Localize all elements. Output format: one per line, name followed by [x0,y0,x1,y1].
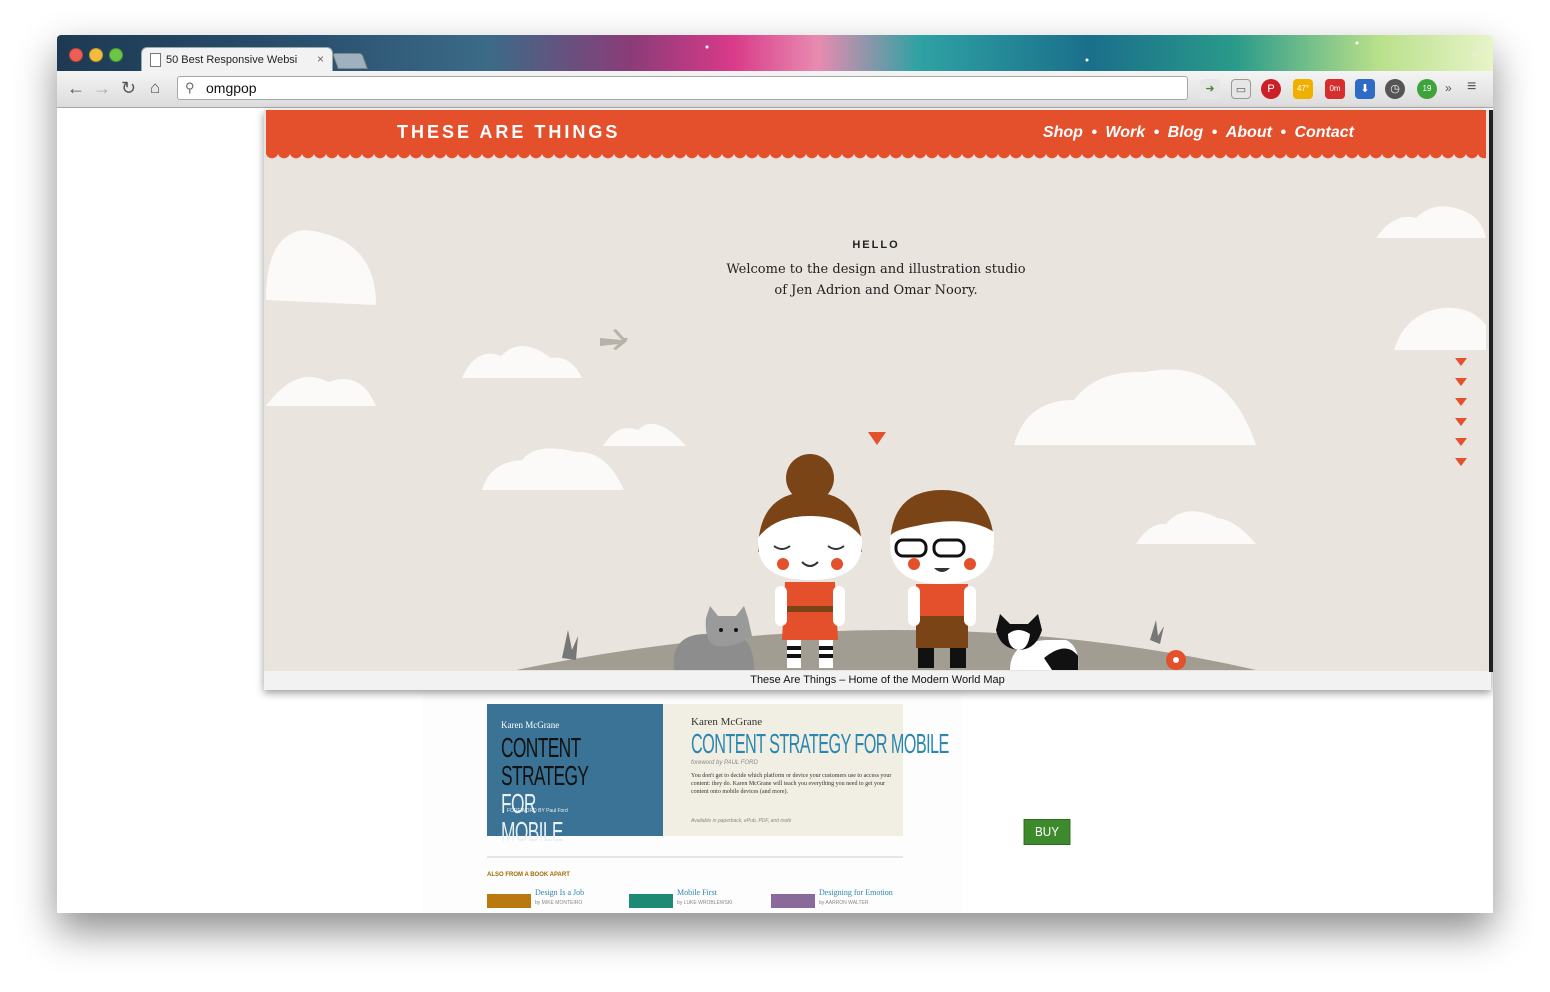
scrollbar[interactable] [1489,110,1493,672]
site-preview[interactable]: THESE ARE THINGS Shop • Work • Blog • Ab… [264,110,1491,690]
site-logo[interactable]: THESE ARE THINGS [397,122,620,143]
share-extension-icon[interactable]: ➜ [1200,79,1220,99]
info-foreword: foreword by PAUL FORD [691,760,758,766]
hello-heading: HELLO [852,239,900,251]
nav-contact[interactable]: Contact [1294,124,1354,141]
info-availability: Available in paperback, ePub, PDF, and m… [691,818,792,824]
also-book-title[interactable]: Mobile First [677,888,717,897]
airplane-icon [600,329,628,350]
browser-tab[interactable]: 50 Best Responsive Websi × [141,47,333,72]
also-heading: ALSO FROM A BOOK APART [487,872,570,878]
new-tab-button[interactable] [332,53,368,69]
document-icon [150,53,161,67]
window-extension-icon[interactable]: ▭ [1231,79,1251,99]
notification-badge: 19 [1422,84,1432,93]
side-arrows [1455,358,1467,466]
nav-shop[interactable]: Shop [1043,124,1083,141]
timer-extension-icon[interactable]: 0m [1325,79,1345,99]
buy-now-button[interactable]: BUY NOW [1023,819,1071,863]
weather-badge: 47° [1296,84,1310,93]
also-book-author: by MIKE MONTEIRO [535,900,583,906]
site-nav: Shop • Work • Blog • About • Contact [1041,124,1356,142]
book-thumbnail [771,894,815,908]
cover-author: Karen McGrane [501,720,560,730]
reload-icon[interactable]: ↻ [121,78,136,99]
scroll-down-icon[interactable] [868,432,886,445]
browser-toolbar: ← → ↻ ⌂ ⚲ ➜ ▭ P 47° 0m ⬇ ◷ 19 » ≡ [57,71,1493,108]
cover-title: CONTENT STRATEGY FOR MOBILE [501,734,594,846]
nav-about[interactable]: About [1226,124,1272,141]
download-icon[interactable]: ⬇ [1355,79,1375,99]
cover-title-line1: CONTENT STRATEGY [501,732,589,791]
book-thumbnail [629,894,673,908]
welcome-line-2: of Jen Adrion and Omar Noory. [774,283,978,298]
divider [487,856,903,858]
book-ad: Karen McGrane CONTENT STRATEGY FOR MOBIL… [423,682,1071,912]
grey-cat [673,606,754,670]
address-bar[interactable]: ⚲ [177,76,1188,100]
address-input[interactable] [204,79,1168,97]
browser-window: 50 Best Responsive Websi × ⤢ ← → ↻ ⌂ ⚲ ➜… [57,35,1493,913]
timer-badge: 0m [1329,84,1341,93]
site-header: THESE ARE THINGS Shop • Work • Blog • Ab… [266,110,1486,152]
tab-close-icon[interactable]: × [317,52,324,66]
grass [562,630,578,660]
minimize-window-button[interactable] [89,48,103,62]
book-thumbnail [487,894,531,908]
pinterest-icon[interactable]: P [1261,79,1281,99]
weather-extension-icon[interactable]: 47° [1293,79,1313,99]
zoom-window-button[interactable] [109,48,123,62]
nav-separator: • [1153,124,1160,141]
hero-illustration: HELLO Welcome to the design and illustra… [266,160,1486,670]
fullscreen-icon[interactable]: ⤢ [1472,43,1483,60]
info-title[interactable]: CONTENT STRATEGY FOR MOBILE [691,728,949,760]
info-description: You don't get to decide which platform o… [691,773,892,795]
book-cover[interactable]: Karen McGrane CONTENT STRATEGY FOR MOBIL… [487,704,663,846]
also-book-author: by LUKE WROBLEWSKI [677,900,733,906]
nav-separator: • [1280,124,1286,141]
welcome-text: Welcome to the design and illustration s… [696,259,1056,301]
nav-separator: • [1091,124,1097,141]
clock-icon[interactable]: ◷ [1385,79,1405,99]
evernote-extension-icon[interactable]: 19 [1417,79,1437,99]
title-bar: 50 Best Responsive Websi × ⤢ [57,35,1493,72]
tab-title: 50 Best Responsive Websi [166,54,298,66]
scalloped-edge [266,152,1486,160]
close-window-button[interactable] [69,48,83,62]
back-icon[interactable]: ← [67,78,85,99]
extensions-overflow-icon[interactable]: » [1445,81,1452,95]
also-book-author: by AARRON WALTER [819,900,869,906]
page-content: Karen McGrane CONTENT STRATEGY FOR MOBIL… [57,108,1493,913]
also-book-title[interactable]: Designing for Emotion [819,888,893,897]
search-icon: ⚲ [185,80,195,95]
cover-title-line2: FOR MOBILE [501,788,564,847]
cover-foreword: FOREWORD BY Paul Ford [507,808,568,814]
welcome-line-1: Welcome to the design and illustration s… [726,262,1026,277]
nav-work[interactable]: Work [1105,124,1145,141]
nav-blog[interactable]: Blog [1168,124,1204,141]
also-book-title[interactable]: Design Is a Job [535,888,584,897]
illustration-art [266,206,1486,670]
hill [516,630,1256,670]
clouds [266,206,1486,544]
nav-separator: • [1211,124,1218,141]
preview-caption: These Are Things – Home of the Modern Wo… [264,671,1491,690]
info-author: Karen McGrane [691,716,763,728]
book-info: Karen McGrane CONTENT STRATEGY FOR MOBIL… [663,704,949,836]
forward-icon[interactable]: → [93,78,111,99]
menu-icon[interactable]: ≡ [1467,78,1476,96]
home-icon[interactable]: ⌂ [150,78,160,98]
